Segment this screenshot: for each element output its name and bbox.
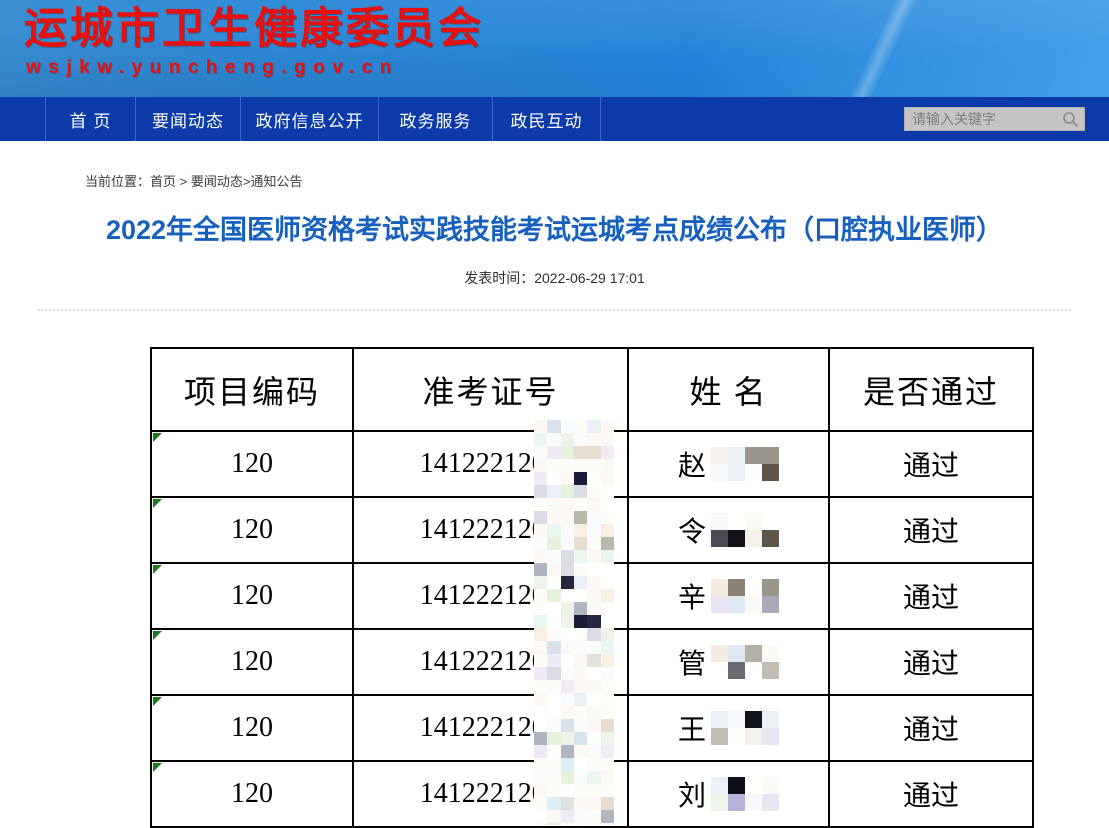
nav-item-gov-info[interactable]: 政府信息公开 (240, 97, 378, 141)
nav-item-home[interactable]: 首 页 (45, 97, 135, 141)
breadcrumb-link-2[interactable]: 通知公告 (250, 174, 302, 189)
nav-menu: 首 页要闻动态政府信息公开政务服务政民互动 (45, 97, 601, 141)
cell-name: 刘 (628, 761, 829, 827)
cell-corner-flag-icon (153, 499, 162, 508)
cell-corner-flag-icon (153, 565, 162, 574)
cell-project-code: 120 (151, 761, 353, 827)
main-nav: 首 页要闻动态政府信息公开政务服务政民互动 (0, 97, 1109, 141)
redaction-mosaic (711, 447, 779, 481)
surname-text: 王 (678, 708, 706, 748)
nav-item-interaction[interactable]: 政民互动 (492, 97, 600, 141)
cell-name: 赵 (628, 431, 829, 497)
redaction-mosaic (711, 777, 779, 811)
redaction-mosaic (711, 513, 779, 547)
table-header-row: 项目编码准考证号姓 名是否通过 (151, 348, 1033, 431)
publish-time: 发表时间：2022-06-29 17:01 (0, 268, 1109, 288)
cell-name: 辛 (628, 563, 829, 629)
redaction-mosaic (711, 579, 779, 613)
breadcrumb: 当前位置：首页 > 要闻动态>通知公告 (85, 171, 302, 190)
project-code-text: 120 (231, 712, 273, 743)
col-header-passed: 是否通过 (829, 348, 1033, 431)
cell-project-code: 120 (151, 629, 353, 695)
breadcrumb-label: 当前位置： (85, 174, 150, 189)
cell-passed: 通过 (829, 497, 1033, 563)
site-logo-text: 运城市卫生健康委员会 (24, 4, 484, 54)
project-code-text: 120 (231, 778, 273, 809)
redaction-band (534, 420, 614, 825)
surname-text: 令 (678, 510, 706, 550)
site-header: 运城市卫生健康委员会 wsjkw.yuncheng.gov.cn (0, 0, 1109, 97)
search-icon[interactable] (1062, 111, 1079, 128)
divider-dotted (38, 309, 1071, 311)
surname-text: 刘 (678, 774, 706, 814)
project-code-text: 120 (231, 514, 273, 545)
cell-corner-flag-icon (153, 697, 162, 706)
breadcrumb-separator: > (176, 174, 191, 189)
cell-name: 令 (628, 497, 829, 563)
surname-text: 管 (678, 642, 706, 682)
cell-project-code: 120 (151, 497, 353, 563)
cell-passed: 通过 (829, 761, 1033, 827)
cell-passed: 通过 (829, 629, 1033, 695)
cell-project-code: 120 (151, 563, 353, 629)
page-title: 2022年全国医师资格考试实践技能考试运城考点成绩公布（口腔执业医师） (0, 213, 1109, 247)
surname-text: 赵 (678, 444, 706, 484)
cell-name: 王 (628, 695, 829, 761)
site-domain: wsjkw.yuncheng.gov.cn (26, 56, 399, 80)
nav-item-services[interactable]: 政务服务 (378, 97, 492, 141)
cell-project-code: 120 (151, 695, 353, 761)
redaction-mosaic (711, 711, 779, 745)
redaction-mosaic (711, 645, 779, 679)
cell-passed: 通过 (829, 431, 1033, 497)
project-code-text: 120 (231, 580, 273, 611)
cell-name: 管 (628, 629, 829, 695)
cell-corner-flag-icon (153, 631, 162, 640)
results-table: 项目编码准考证号姓 名是否通过 120141222120S赵通过12014122… (150, 347, 1032, 825)
cell-passed: 通过 (829, 563, 1033, 629)
site-search (904, 107, 1085, 131)
nav-item-news[interactable]: 要闻动态 (135, 97, 240, 141)
col-header-ticket-no: 准考证号 (353, 348, 628, 431)
cell-corner-flag-icon (153, 433, 162, 442)
surname-text: 辛 (678, 576, 706, 616)
cell-corner-flag-icon (153, 763, 162, 772)
search-input[interactable] (905, 111, 1062, 127)
breadcrumb-link-0[interactable]: 首页 (150, 174, 176, 189)
breadcrumb-link-1[interactable]: 要闻动态 (191, 174, 243, 189)
cell-passed: 通过 (829, 695, 1033, 761)
project-code-text: 120 (231, 448, 273, 479)
col-header-project-code: 项目编码 (151, 348, 353, 431)
col-header-name: 姓 名 (628, 348, 829, 431)
project-code-text: 120 (231, 646, 273, 677)
cell-project-code: 120 (151, 431, 353, 497)
